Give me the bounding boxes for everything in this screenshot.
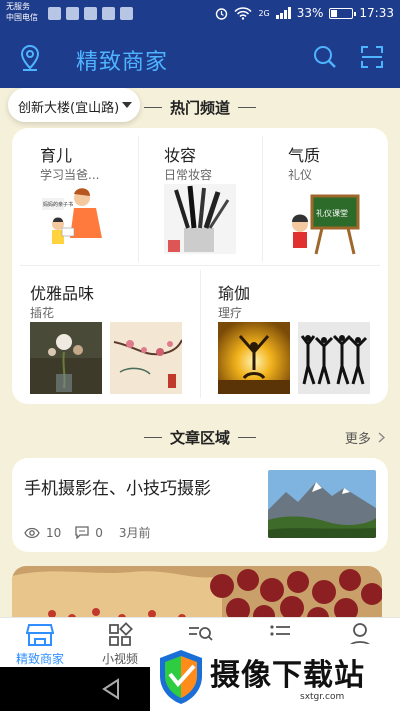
chevron-right-icon	[378, 432, 386, 443]
app-title: 精致商家	[76, 50, 169, 75]
flower-vase-image	[30, 322, 102, 394]
watermark: 摄像下载站 sxtgr.com	[150, 644, 400, 711]
channel-sub: 学习当爸...	[40, 168, 100, 182]
channel-name: 气质	[288, 146, 321, 165]
yoga-sunset-image	[218, 322, 290, 394]
wifi-icon	[234, 6, 252, 20]
view-count: 10	[46, 525, 62, 540]
watermark-url: sxtgr.com	[300, 692, 345, 702]
channel-name: 优雅品味	[30, 284, 95, 303]
battery-icon	[329, 7, 357, 19]
store-icon	[26, 624, 54, 646]
more-link[interactable]: 更多	[345, 428, 386, 447]
signal-icon	[275, 7, 291, 19]
notification-icon	[48, 7, 61, 20]
channel-name: 妆容	[164, 146, 197, 165]
channel-name: 瑜伽	[218, 284, 251, 303]
etiquette-class-image: 礼仪课堂	[288, 184, 362, 256]
notification-icons	[48, 7, 133, 20]
location-label: 创新大楼(宜山路)	[18, 101, 120, 116]
notification-icon	[66, 7, 79, 20]
tab-label: 小视频	[101, 652, 138, 666]
article-meta: 10 0 3月前	[24, 524, 151, 541]
status-bar: 无服务 中国电信 2G 33% 17:33	[0, 0, 400, 28]
notification-icon	[102, 7, 115, 20]
clock: 17:33	[359, 6, 394, 20]
hot-channels-title: 热门频道	[143, 99, 257, 117]
network-type: 2G	[258, 8, 270, 18]
publish-time: 3月前	[118, 526, 151, 540]
notification-icon	[120, 7, 133, 20]
caret-down-icon	[122, 102, 132, 108]
hot-channels-card: 育儿 学习当爸... 妈妈的亲子书 妆容 日常妆容 气质 礼仪 礼仪课堂 优雅品…	[12, 128, 388, 404]
comment-icon	[75, 526, 89, 539]
notification-icon	[84, 7, 97, 20]
parenting-image: 妈妈的亲子书	[40, 184, 112, 256]
channel-sub: 插花	[30, 306, 55, 320]
carrier-line1: 无服务	[6, 2, 30, 11]
grid-icon	[109, 622, 133, 646]
blossom-painting-image	[110, 322, 182, 394]
watermark-text: 摄像下载站	[210, 658, 365, 693]
etiquette-board-text: 礼仪课堂	[316, 208, 348, 218]
channel-parenting[interactable]: 育儿 学习当爸... 妈妈的亲子书	[12, 128, 138, 264]
tab-home[interactable]: 精致商家	[0, 618, 80, 668]
scan-icon[interactable]	[360, 45, 384, 69]
makeup-brushes-image	[164, 184, 236, 254]
back-icon[interactable]	[100, 678, 122, 700]
battery-percent: 33%	[296, 6, 324, 20]
mountain-image	[268, 470, 376, 538]
location-selector[interactable]: 创新大楼(宜山路)	[8, 88, 140, 122]
channel-name: 育儿	[40, 146, 73, 165]
articles-title: 文章区域	[143, 429, 257, 447]
channel-makeup[interactable]: 妆容 日常妆容	[138, 128, 262, 264]
channel-elegant-taste[interactable]: 优雅品味 插花	[12, 266, 200, 404]
channel-temperament[interactable]: 气质 礼仪 礼仪课堂	[262, 128, 388, 264]
carrier-line2: 中国电信	[6, 13, 38, 22]
more-label: 更多	[344, 432, 371, 447]
dance-group-image	[298, 322, 370, 394]
tab-label: 精致商家	[15, 652, 64, 666]
channel-sub: 日常妆容	[164, 168, 213, 182]
shield-logo-icon	[160, 650, 202, 704]
channel-sub: 礼仪	[288, 168, 313, 182]
parenting-book-text: 妈妈的亲子书	[43, 201, 73, 208]
tab-short-video[interactable]: 小视频	[80, 618, 160, 668]
alarm-icon	[216, 7, 228, 20]
app-header: 精致商家	[0, 28, 400, 88]
search-icon[interactable]	[312, 44, 338, 70]
channel-yoga[interactable]: 瑜伽 理疗	[200, 266, 388, 404]
eye-icon	[24, 527, 40, 538]
status-right: 2G 33% 17:33	[215, 6, 394, 20]
article-title: 手机摄影在、小技巧摄影	[24, 479, 211, 499]
comment-count: 0	[95, 525, 103, 540]
article-card[interactable]: 手机摄影在、小技巧摄影 10 0 3月前	[12, 458, 388, 552]
channel-sub: 理疗	[218, 306, 243, 320]
location-pin-icon[interactable]	[18, 44, 42, 72]
carrier-info: 无服务 中国电信	[6, 1, 38, 23]
